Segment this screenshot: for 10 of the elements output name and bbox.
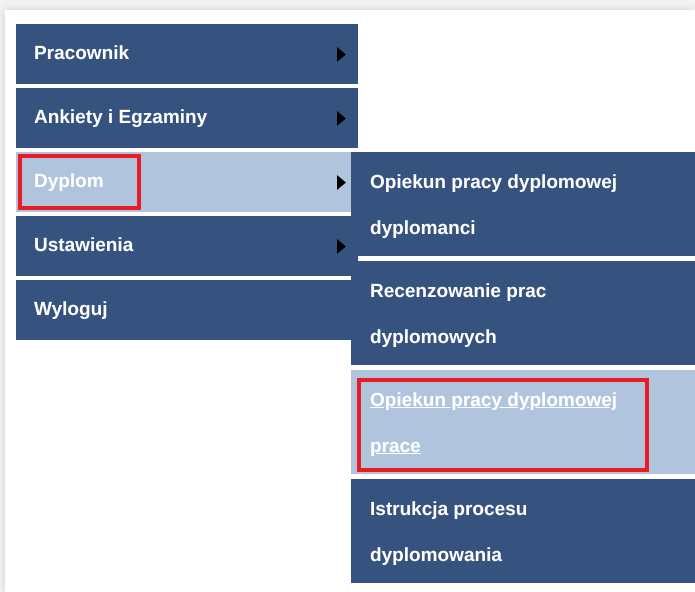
menu-item[interactable]: Pracownik [16, 24, 358, 84]
submenu-arrow-icon [337, 46, 346, 62]
submenu-item[interactable]: Recenzowanie prac dyplomowych [351, 261, 695, 365]
submenu-arrow-icon [337, 110, 346, 126]
submenu-item[interactable]: Opiekun pracy dyplomowej dyplomanci [351, 152, 695, 256]
submenu-arrow-icon [337, 238, 346, 254]
submenu-arrow-icon [337, 174, 346, 190]
menu-item[interactable]: Ankiety i Egzaminy [16, 88, 358, 148]
submenu-item[interactable]: Istrukcja procesu dyplomowania [351, 479, 695, 583]
menu-item[interactable]: Ustawienia [16, 216, 358, 276]
